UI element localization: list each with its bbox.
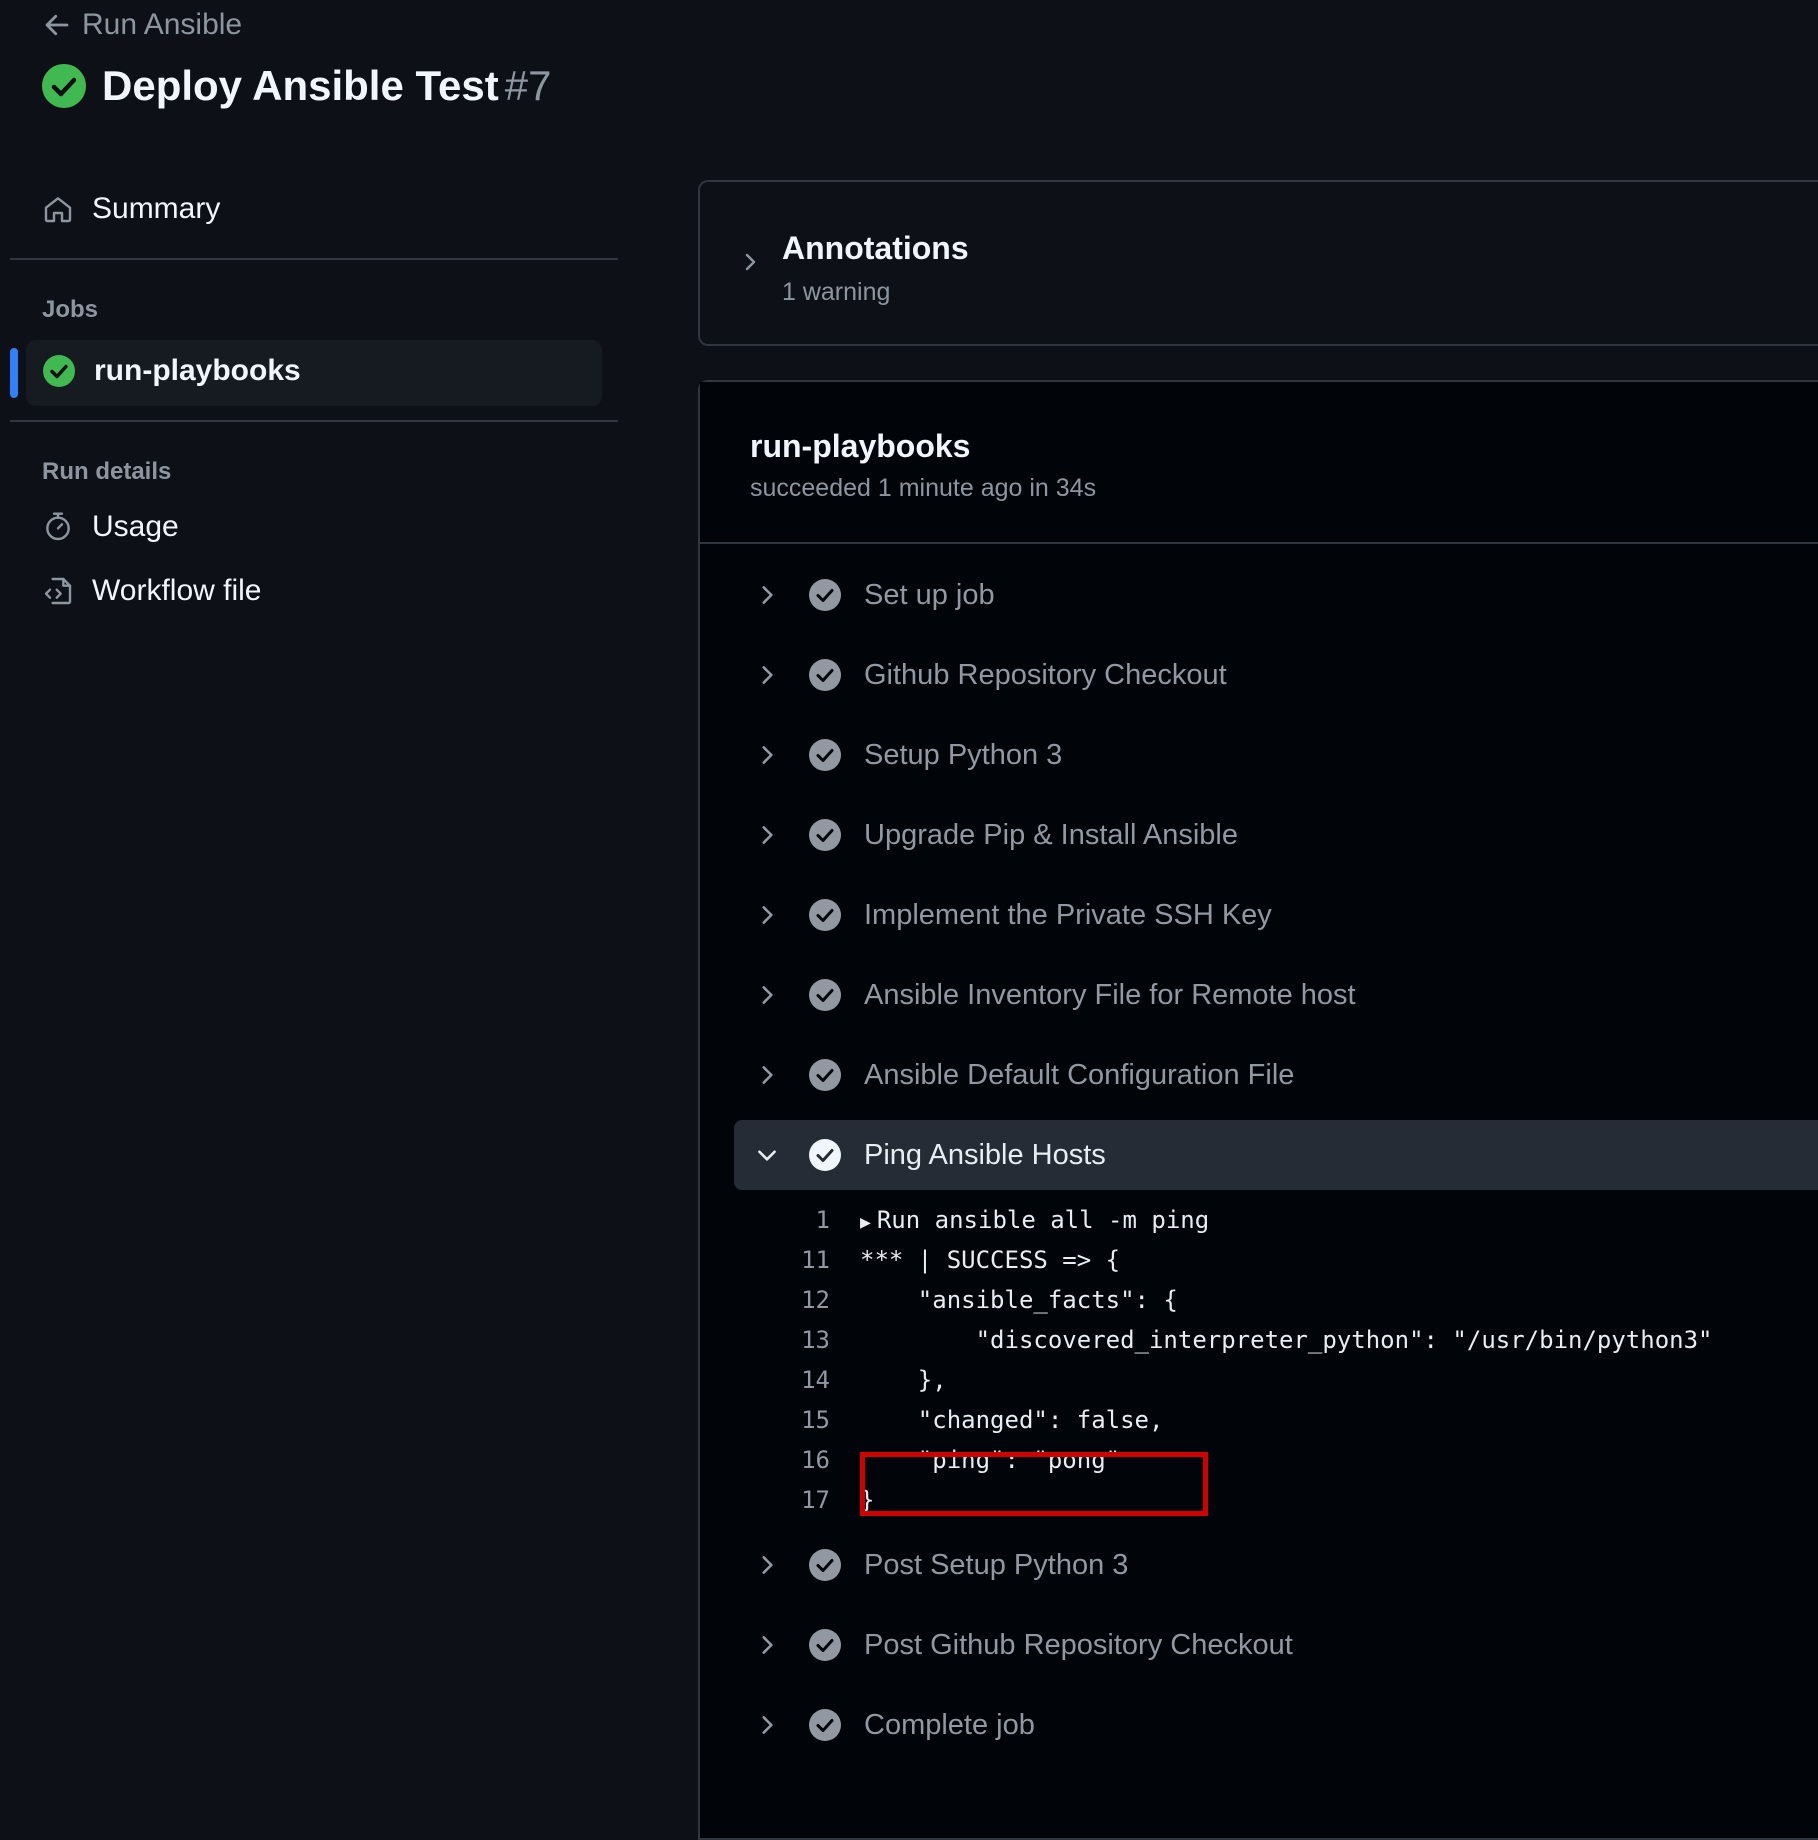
annotations-title: Annotations (782, 230, 969, 266)
step-label: Set up job (864, 578, 995, 611)
sidebar-item-label: Usage (92, 510, 179, 543)
step-implement-private-ssh-key[interactable]: Implement the Private SSH Key (734, 880, 1818, 950)
check-circle-icon (809, 579, 841, 611)
log-line: 17 } (700, 1480, 874, 1520)
chevron-right-icon (762, 1716, 773, 1734)
check-circle-icon (809, 979, 841, 1011)
step-github-repository-checkout[interactable]: Github Repository Checkout (734, 640, 1818, 710)
chevron-right-icon (745, 253, 756, 271)
check-circle-icon (809, 739, 841, 771)
step-label: Setup Python 3 (864, 738, 1063, 771)
chevron-right-icon (762, 1556, 773, 1574)
job-title: run-playbooks (750, 428, 971, 464)
step-label: Ansible Default Configuration File (864, 1058, 1295, 1091)
step-ansible-default-configuration-file[interactable]: Ansible Default Configuration File (734, 1040, 1818, 1110)
sidebar-job-label: run-playbooks (94, 354, 301, 387)
check-circle-icon (809, 1139, 841, 1171)
active-indicator (10, 348, 18, 398)
log-text: "ansible_facts": { (860, 1286, 1178, 1314)
page-header: Deploy Ansible Test #7 (42, 62, 551, 110)
log-text: Run ansible all -m ping (876, 1206, 1210, 1234)
step-label: Ping Ansible Hosts (864, 1138, 1106, 1171)
step-upgrade-pip-install-ansible[interactable]: Upgrade Pip & Install Ansible (734, 800, 1818, 870)
sidebar-item-summary[interactable]: Summary (42, 192, 220, 226)
line-number[interactable]: 1 (700, 1206, 830, 1234)
log-text: }, (860, 1366, 947, 1394)
chevron-right-icon (762, 1636, 773, 1654)
chevron-right-icon (762, 826, 773, 844)
jobs-section-label: Jobs (42, 296, 99, 323)
line-number[interactable]: 17 (700, 1486, 830, 1514)
check-circle-icon (809, 1059, 841, 1091)
step-label: Post Setup Python 3 (864, 1548, 1129, 1581)
line-number[interactable]: 12 (700, 1286, 830, 1314)
expand-triangle-icon[interactable]: ▶ (860, 1212, 871, 1233)
step-label: Post Github Repository Checkout (864, 1628, 1293, 1661)
sidebar-item-label: Workflow file (92, 574, 262, 607)
line-number[interactable]: 14 (700, 1366, 830, 1394)
back-link-label: Run Ansible (82, 8, 243, 41)
line-number[interactable]: 16 (700, 1446, 830, 1474)
log-line: 14 }, (700, 1360, 947, 1400)
home-icon (44, 197, 72, 223)
chevron-right-icon (762, 746, 773, 764)
success-check-icon (43, 355, 75, 387)
line-number[interactable]: 13 (700, 1326, 830, 1354)
step-setup-python-3[interactable]: Setup Python 3 (734, 720, 1818, 790)
file-code-icon (44, 577, 72, 605)
step-label: Ansible Inventory File for Remote host (864, 978, 1356, 1011)
line-number[interactable]: 11 (700, 1246, 830, 1274)
divider (10, 258, 618, 260)
step-label: Upgrade Pip & Install Ansible (864, 818, 1238, 851)
step-set-up-job[interactable]: Set up job (734, 560, 1818, 630)
divider (10, 420, 618, 422)
success-check-icon (42, 64, 86, 108)
job-status: succeeded 1 minute ago in 34s (750, 474, 1097, 502)
log-line: 15 "changed": false, (700, 1400, 1163, 1440)
check-circle-icon (809, 659, 841, 691)
check-circle-icon (809, 1549, 841, 1581)
check-circle-icon (809, 1709, 841, 1741)
highlight-box (860, 1452, 1208, 1516)
step-ping-ansible-hosts[interactable]: Ping Ansible Hosts (734, 1120, 1818, 1190)
chevron-right-icon (762, 1066, 773, 1084)
check-circle-icon (809, 819, 841, 851)
line-number[interactable]: 15 (700, 1406, 830, 1434)
step-ansible-inventory-file[interactable]: Ansible Inventory File for Remote host (734, 960, 1818, 1030)
chevron-right-icon (762, 666, 773, 684)
back-link[interactable]: Run Ansible (42, 8, 242, 42)
check-circle-icon (809, 1629, 841, 1661)
log-line[interactable]: 1 ▶ Run ansible all -m ping (700, 1200, 1210, 1240)
log-text: "discovered_interpreter_python": "/usr/b… (860, 1326, 1713, 1354)
step-label: Github Repository Checkout (864, 658, 1227, 691)
sidebar-item-label: Summary (92, 192, 221, 225)
run-number: #7 (504, 62, 552, 109)
chevron-right-icon (762, 586, 773, 604)
sidebar-item-run-playbooks[interactable]: run-playbooks (26, 340, 602, 406)
arrow-left-icon (45, 14, 69, 36)
sidebar-item-usage[interactable]: Usage (42, 510, 179, 544)
job-panel: run-playbooks succeeded 1 minute ago in … (698, 380, 1818, 1840)
check-circle-icon (809, 899, 841, 931)
step-label: Implement the Private SSH Key (864, 898, 1272, 931)
log-text: "changed": false, (860, 1406, 1164, 1434)
step-post-setup-python-3[interactable]: Post Setup Python 3 (734, 1530, 1818, 1600)
annotations-count: 1 warning (782, 278, 891, 306)
chevron-right-icon (762, 986, 773, 1004)
step-post-github-repository-checkout[interactable]: Post Github Repository Checkout (734, 1610, 1818, 1680)
stopwatch-icon (46, 512, 70, 541)
chevron-down-icon (758, 1150, 776, 1161)
log-line: 13 "discovered_interpreter_python": "/us… (700, 1320, 1713, 1360)
sidebar-item-workflow-file[interactable]: Workflow file (42, 574, 261, 608)
chevron-right-icon (762, 906, 773, 924)
annotations-panel[interactable]: Annotations 1 warning (698, 180, 1818, 346)
log-text: *** | SUCCESS => { (860, 1246, 1121, 1274)
step-label: Complete job (864, 1708, 1035, 1741)
page-title: Deploy Ansible Test #7 (102, 62, 552, 109)
log-line: 12 "ansible_facts": { (700, 1280, 1178, 1320)
run-details-section-label: Run details (42, 458, 172, 485)
step-complete-job[interactable]: Complete job (734, 1690, 1818, 1760)
job-header: run-playbooks succeeded 1 minute ago in … (700, 382, 1818, 544)
log-line: 11 *** | SUCCESS => { (700, 1240, 1120, 1280)
